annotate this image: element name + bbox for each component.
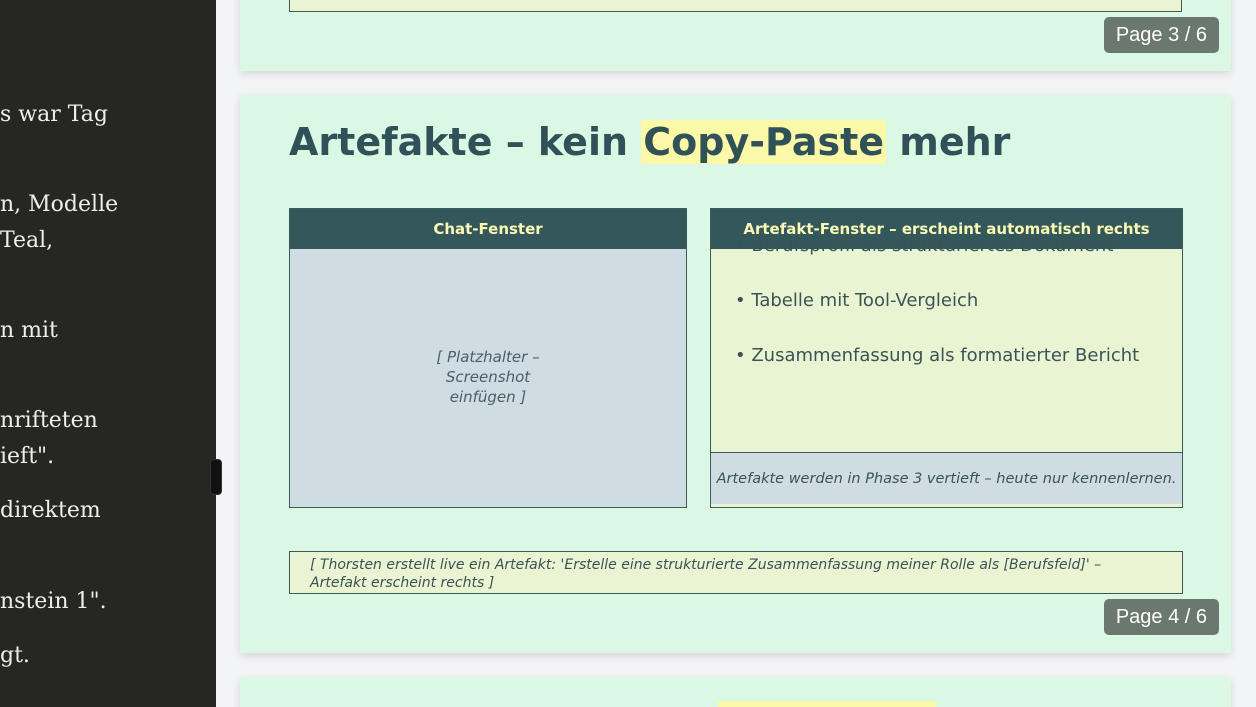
sidebar-text-line: n, Modelle [0,192,119,217]
slide-note-box [289,0,1182,12]
artifact-bullet-list: • Berufsprofil als strukturiertes Dokume… [735,235,1172,400]
artifact-note: Artefakte werden in Phase 3 vertieft – h… [711,452,1182,504]
slide-page-3: Page 3 / 6 [240,0,1231,71]
page-indicator: Page 3 / 6 [1103,17,1219,53]
chat-panel-header: Chat-Fenster [290,209,686,249]
bullet-item: • Tabelle mit Tool-Vergleich [735,290,979,311]
title-part: Artefakte – kein [289,120,642,164]
title-highlight-fragment [718,701,936,707]
bullet-item: • Zusammenfassung als formatierter Beric… [735,345,1140,366]
sidebar-text-line: Teal, [0,228,54,253]
page-indicator: Page 4 / 6 [1103,599,1219,635]
screenshot-placeholder: [ Platzhalter – Screenshot einfügen ] [436,348,540,406]
slide-page-5 [240,677,1231,707]
chat-sidebar: s war Tag n, Modelle Teal, n mit nriftet… [0,0,216,707]
sidebar-text-line: n mit [0,318,58,343]
sidebar-text-line: ieft". [0,444,55,469]
sidebar-text-line: s war Tag [0,102,108,127]
slide-page-4: Artefakte – kein Copy-Paste mehr Chat-Fe… [240,95,1231,653]
sidebar-text-line: direktem [0,498,101,523]
artifact-window-panel: Artefakt-Fenster – erscheint automatisch… [710,208,1183,508]
sidebar-resize-handle[interactable] [210,459,222,495]
speaker-note: [ Thorsten erstellt live ein Artefakt: '… [289,551,1183,594]
bullet-item: • Berufsprofil als strukturiertes Dokume… [735,235,1114,256]
sidebar-text-line: nstein 1". [0,589,107,614]
title-part: mehr [886,120,1011,164]
chat-window-panel: Chat-Fenster [ Platzhalter – Screenshot … [289,208,687,508]
sidebar-text-line: nrifteten [0,408,98,433]
title-highlight: Copy-Paste [641,120,887,164]
sidebar-text-line: gt. [0,643,30,668]
slide-title: Artefakte – kein Copy-Paste mehr [289,120,1010,164]
